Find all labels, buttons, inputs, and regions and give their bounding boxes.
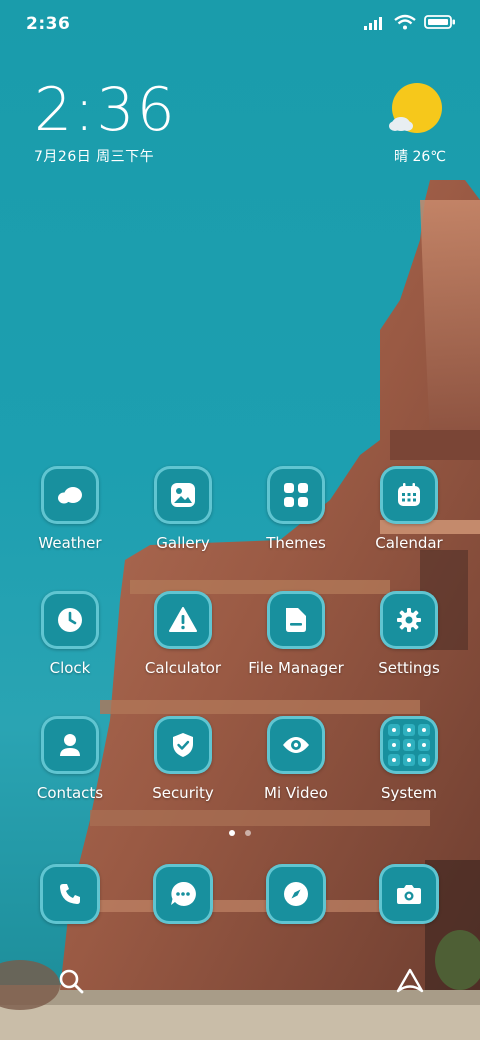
status-time: 2:36 (26, 14, 71, 34)
compass-icon (284, 882, 308, 906)
settings-tile (380, 591, 438, 649)
weather-tile (41, 466, 99, 524)
battery-icon (424, 14, 456, 34)
themes-tile (267, 466, 325, 524)
clock-date: 7月26日 周三下午 (34, 149, 155, 165)
weather-text: 晴 26℃ (394, 149, 446, 165)
app-label: Gallery (156, 534, 210, 552)
clock-time: 2:36 (34, 75, 177, 145)
app-themes[interactable]: Themes (241, 466, 351, 552)
dock-browser[interactable] (241, 864, 351, 924)
dock-messaging[interactable] (128, 864, 238, 924)
grid-icon (284, 483, 308, 507)
app-contacts[interactable]: Contacts (15, 716, 125, 802)
camera-tile (379, 864, 439, 924)
app-label: Contacts (36, 784, 104, 802)
app-label: Calculator (144, 659, 222, 677)
app-label: Settings (378, 659, 440, 677)
sun-cloud-icon (389, 83, 442, 133)
app-clock[interactable]: Clock (15, 591, 125, 677)
dock-camera[interactable] (354, 864, 464, 924)
app-weather[interactable]: Weather (15, 466, 125, 552)
app-label: Security (152, 784, 214, 802)
calendar-icon (398, 483, 420, 506)
app-security[interactable]: Security (128, 716, 238, 802)
dock-phone[interactable] (15, 864, 125, 924)
assistant-icon[interactable] (396, 968, 424, 998)
image-icon (171, 483, 195, 507)
browser-tile (266, 864, 326, 924)
app-label: File Manager (248, 659, 344, 677)
system-folder-tile (380, 716, 438, 774)
app-settings[interactable]: Settings (354, 591, 464, 677)
chat-icon (171, 881, 196, 906)
app-label: Themes (266, 534, 326, 552)
app-label: Mi Video (264, 784, 328, 802)
file-manager-tile (267, 591, 325, 649)
clock-widget[interactable]: 2:36 7月26日 周三下午 (34, 76, 177, 166)
contacts-tile (41, 716, 99, 774)
app-label: Clock (49, 659, 91, 677)
gallery-tile (154, 466, 212, 524)
phone-icon (60, 884, 80, 904)
app-gallery[interactable]: Gallery (128, 466, 238, 552)
status-bar: 2:36 (0, 0, 480, 50)
app-label: Weather (38, 534, 102, 552)
page-indicator (0, 830, 480, 836)
app-system-folder[interactable]: System (354, 716, 464, 802)
calculator-tile (154, 591, 212, 649)
app-calendar[interactable]: Calendar (354, 466, 464, 552)
clock-icon (58, 608, 82, 632)
app-file-manager[interactable]: File Manager (241, 591, 351, 677)
page-dot[interactable] (245, 830, 251, 836)
camera-icon (397, 885, 421, 904)
security-tile (154, 716, 212, 774)
wifi-icon (394, 14, 416, 34)
folder-icon (286, 608, 306, 632)
shield-icon (173, 733, 193, 757)
mi-video-tile (267, 716, 325, 774)
warning-icon (169, 607, 197, 632)
app-mi-video[interactable]: Mi Video (241, 716, 351, 802)
calendar-tile (380, 466, 438, 524)
eye-icon (283, 737, 309, 753)
gear-icon (397, 608, 421, 632)
folder-grid-icon (388, 724, 430, 766)
signal-icon (364, 15, 386, 34)
app-calculator[interactable]: Calculator (128, 591, 238, 677)
phone-tile (40, 864, 100, 924)
person-icon (60, 734, 80, 756)
search-icon[interactable] (58, 968, 84, 998)
app-label: Calendar (375, 534, 443, 552)
cloud-icon (58, 487, 82, 504)
status-icons (364, 14, 456, 34)
weather-widget[interactable]: 晴 26℃ (386, 82, 446, 165)
page-dot-active[interactable] (229, 830, 235, 836)
messaging-tile (153, 864, 213, 924)
clock-tile (41, 591, 99, 649)
app-label: System (381, 784, 437, 802)
